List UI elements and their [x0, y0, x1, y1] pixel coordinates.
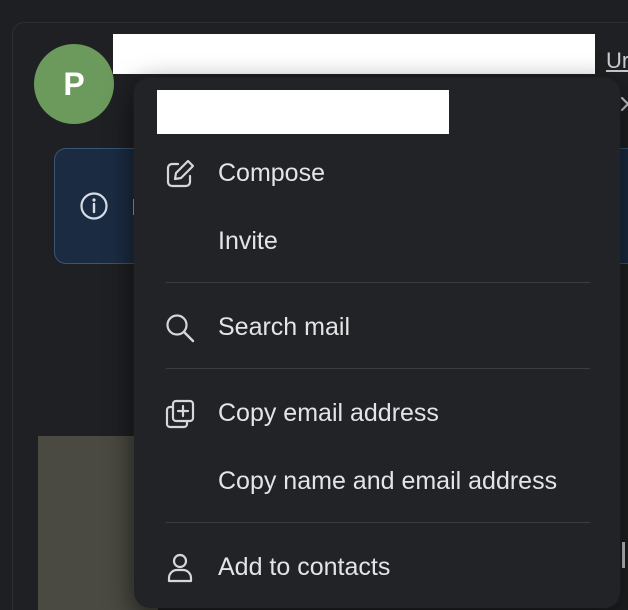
compose-icon — [166, 159, 195, 188]
menu-item-label: Search mail — [218, 313, 350, 341]
menu-divider — [166, 368, 590, 369]
redacted-sender-info — [113, 34, 595, 74]
menu-item-label: Invite — [218, 227, 278, 255]
partial-element — [620, 540, 628, 570]
menu-item-label: Copy email address — [218, 399, 439, 427]
search-icon — [166, 314, 195, 343]
menu-item-search-mail[interactable]: Search mail — [134, 298, 620, 354]
menu-item-label: Compose — [218, 159, 325, 187]
menu-item-compose[interactable]: Compose — [134, 144, 620, 200]
close-icon[interactable] — [620, 92, 628, 116]
info-icon — [80, 192, 108, 220]
person-icon — [167, 553, 193, 583]
menu-item-copy-name-and-email[interactable]: Copy name and email address — [134, 452, 620, 508]
redacted-contact-header — [157, 90, 449, 134]
menu-item-add-to-contacts[interactable]: Add to contacts — [134, 538, 620, 594]
unsubscribe-link[interactable]: Ur — [606, 48, 628, 74]
email-view: P Ur Compose Invite Search mail Copy ema… — [0, 0, 628, 610]
avatar-initial: P — [63, 65, 85, 102]
menu-item-label: Add to contacts — [218, 553, 391, 581]
menu-divider — [166, 522, 590, 523]
sender-avatar[interactable]: P — [34, 44, 114, 124]
copy-icon — [165, 399, 195, 429]
menu-item-copy-email-address[interactable]: Copy email address — [134, 384, 620, 440]
context-menu: Compose Invite Search mail Copy email ad… — [134, 78, 620, 608]
menu-item-label: Copy name and email address — [218, 467, 558, 495]
menu-divider — [166, 282, 590, 283]
menu-item-invite[interactable]: Invite — [134, 212, 620, 268]
